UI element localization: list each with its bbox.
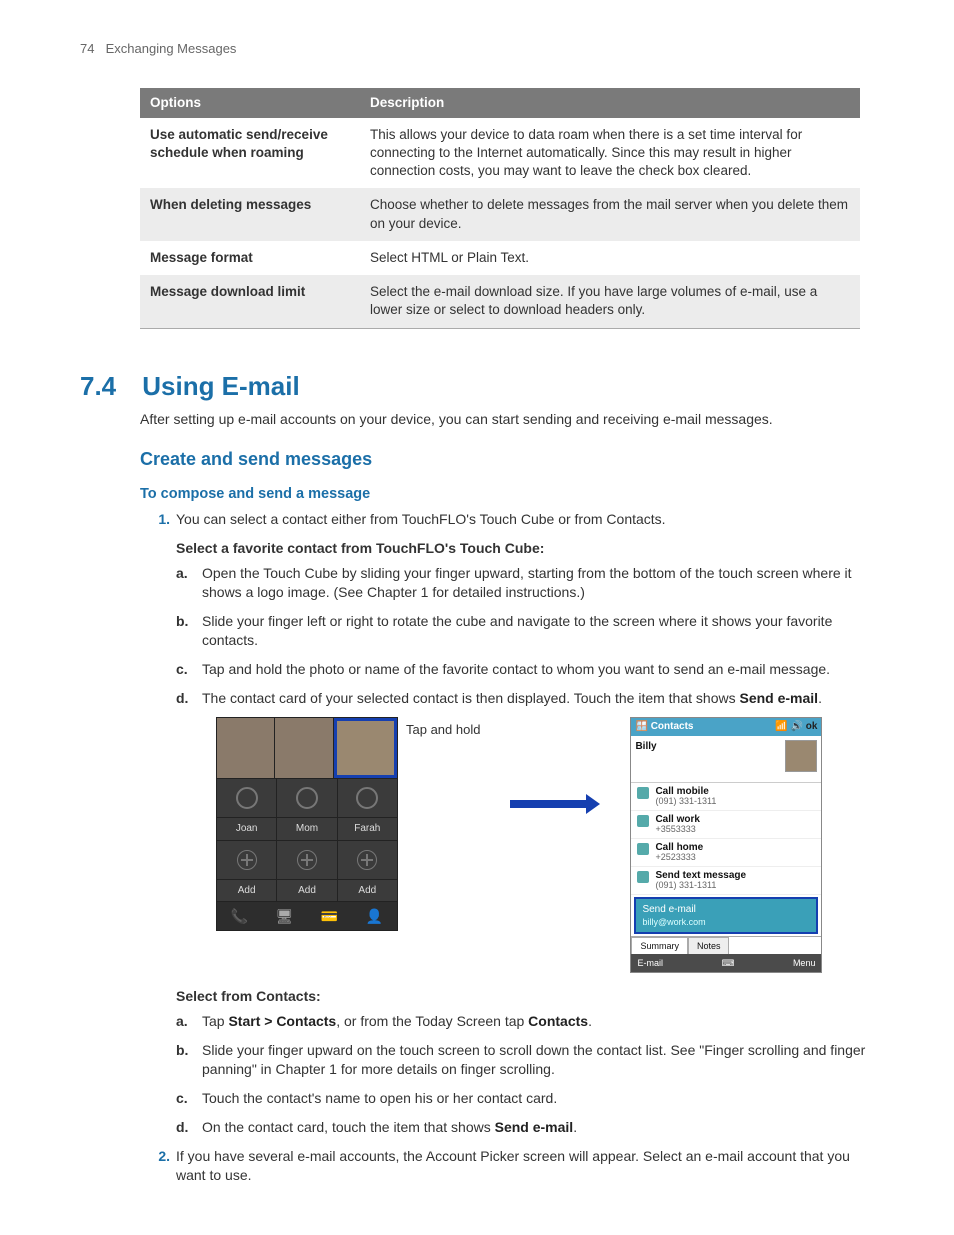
placeholder-icon [356, 787, 378, 809]
send-text-item: Send text message(091) 331-1311 [631, 867, 821, 895]
step-2-marker: 2. [140, 1147, 170, 1166]
favorite-photo-2 [275, 718, 333, 778]
cube-add-3: Add [338, 880, 397, 902]
section-intro: After setting up e-mail accounts on your… [140, 410, 874, 429]
send-email-item-highlighted: Send e-mail billy@work.com [634, 897, 818, 935]
options-table: Options Description Use automatic send/r… [140, 88, 860, 329]
contacts-step-b: b. Slide your finger upward on the touch… [176, 1041, 874, 1079]
contacts-step-a: a. Tap Start > Contacts, or from the Tod… [176, 1012, 874, 1031]
favorite-photo-3-selected [334, 718, 397, 778]
card-title: Contacts [651, 721, 694, 732]
tap-and-hold-label: Tap and hold [406, 721, 480, 739]
page-number: 74 [80, 40, 102, 58]
contact-name: Billy [635, 740, 656, 754]
step-1-text: You can select a contact either from Tou… [176, 511, 666, 527]
subheading: Create and send messages [140, 447, 874, 471]
section-number: 7.4 [80, 369, 135, 404]
page-header-title: Exchanging Messages [106, 41, 237, 56]
phone-icon: 📞 [217, 902, 262, 930]
card-icon: 💳 [307, 902, 352, 930]
cube-add-2: Add [277, 880, 337, 902]
call-mobile-item: Call mobile(091) 331-1311 [631, 783, 821, 811]
opt-1: When deleting messages [140, 188, 360, 240]
home-phone-icon [637, 843, 649, 855]
favorites-heading: Select a favorite contact from TouchFLO'… [176, 539, 874, 558]
contacts-heading: Select from Contacts: [176, 987, 874, 1006]
step-2-text: If you have several e-mail accounts, the… [176, 1148, 850, 1183]
placeholder-icon [236, 787, 258, 809]
softkey-left: E-mail [637, 957, 663, 969]
call-work-item: Call work+3553333 [631, 811, 821, 839]
contacts-step-d: d. On the contact card, touch the item t… [176, 1118, 874, 1137]
desc-1: Choose whether to delete messages from t… [360, 188, 860, 240]
softkey-right: Menu [793, 957, 816, 969]
desc-2: Select HTML or Plain Text. [360, 241, 860, 275]
desc-3: Select the e-mail download size. If you … [360, 275, 860, 328]
page-header: 74 Exchanging Messages [80, 40, 874, 58]
mobile-icon [637, 787, 649, 799]
contact-card-screenshot: 🪟 Contacts 📶 🔊 ok Billy Call mobile(091)… [630, 717, 822, 973]
th-options: Options [140, 88, 360, 118]
cube-name-1: Joan [217, 818, 277, 840]
section-title: Using E-mail [142, 371, 299, 401]
placeholder-icon [296, 787, 318, 809]
device-icon: 🖥 [262, 902, 307, 930]
fav-step-c: c. Tap and hold the photo or name of the… [176, 660, 874, 679]
section-heading: 7.4 Using E-mail [80, 369, 874, 404]
figure-row: Joan Mom Farah Add Add Add [216, 717, 874, 973]
desc-0: This allows your device to data roam whe… [360, 118, 860, 189]
cube-add-1: Add [217, 880, 277, 902]
add-icon [237, 850, 257, 870]
softkey-mid: ⌨ [721, 957, 734, 969]
fav-step-d: d. The contact card of your selected con… [176, 689, 874, 708]
step-2: 2. If you have several e-mail accounts, … [140, 1147, 874, 1185]
th-description: Description [360, 88, 860, 118]
add-icon [297, 850, 317, 870]
opt-2: Message format [140, 241, 360, 275]
cube-name-2: Mom [277, 818, 337, 840]
step-1: 1. You can select a contact either from … [140, 510, 874, 1136]
work-phone-icon [637, 815, 649, 827]
add-icon [357, 850, 377, 870]
tab-notes: Notes [688, 937, 730, 954]
favorite-photo-1 [217, 718, 275, 778]
task-heading: To compose and send a message [140, 485, 874, 505]
step-1-marker: 1. [140, 510, 170, 529]
opt-0: Use automatic send/receive schedule when… [140, 118, 360, 189]
cube-name-3: Farah [338, 818, 397, 840]
card-titlebar-icons: 📶 🔊 ok [775, 720, 817, 734]
fav-step-b: b. Slide your finger left or right to ro… [176, 612, 874, 650]
contacts-step-c: c. Touch the contact's name to open his … [176, 1089, 874, 1108]
opt-3: Message download limit [140, 275, 360, 328]
touch-cube-screenshot: Joan Mom Farah Add Add Add [216, 717, 398, 931]
fav-step-a: a. Open the Touch Cube by sliding your f… [176, 564, 874, 602]
tab-summary: Summary [631, 937, 688, 954]
person-icon: 👤 [352, 902, 397, 930]
call-home-item: Call home+2523333 [631, 839, 821, 867]
sms-icon [637, 871, 649, 883]
avatar [785, 740, 817, 772]
arrow-icon [510, 797, 600, 811]
